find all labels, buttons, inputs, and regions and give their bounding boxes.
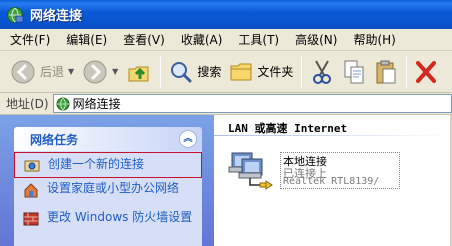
- window-title: 网络连接: [30, 9, 83, 24]
- menu-edit[interactable]: 编辑(E): [60, 31, 113, 48]
- network-tasks-header[interactable]: 网络任务 ︽: [14, 127, 202, 151]
- menu-help[interactable]: 帮助(H): [347, 31, 401, 48]
- cut-icon: [313, 60, 332, 84]
- search-button[interactable]: 搜索: [165, 55, 225, 89]
- folders-label: 文件夹: [257, 65, 294, 79]
- menu-advanced[interactable]: 高级(N): [289, 31, 343, 48]
- network-tasks-title: 网络任务: [30, 132, 79, 147]
- title-bar[interactable]: 网络连接: [0, 0, 452, 29]
- forward-arrow-icon: [83, 60, 107, 83]
- paste-button[interactable]: [370, 55, 402, 89]
- content-area: 网络任务 ︽ 创建一个新的连接 设置家庭或小型办公网络 更改 Windows 防…: [0, 115, 452, 246]
- copy-icon: [344, 60, 364, 83]
- task-label: 设置家庭或小型办公网络: [47, 181, 180, 195]
- search-icon: [171, 61, 192, 82]
- delete-icon: [416, 60, 437, 83]
- firewall-icon: [23, 212, 39, 226]
- back-label: 后退: [40, 65, 65, 79]
- menu-favorites[interactable]: 收藏(A): [175, 31, 229, 48]
- group-title: LAN 或高速 Internet: [228, 122, 348, 135]
- cut-button[interactable]: [306, 55, 338, 89]
- up-folder-button[interactable]: [122, 55, 156, 89]
- paste-icon: [376, 60, 396, 83]
- address-value: 网络连接: [72, 97, 121, 111]
- toolbar: 后退 ▼ ▼ 搜索 文件夹: [0, 51, 452, 93]
- menu-file[interactable]: 文件(F): [4, 31, 56, 48]
- connections-pane: LAN 或高速 Internet 本地连接 已连接上 Realtek RTL81…: [214, 115, 452, 246]
- task-pane: 网络任务 ︽ 创建一个新的连接 设置家庭或小型办公网络 更改 Windows 防…: [0, 115, 214, 246]
- network-tasks-body: 创建一个新的连接 设置家庭或小型办公网络 更改 Windows 防火墙设置: [14, 151, 202, 246]
- menu-view[interactable]: 查看(V): [117, 31, 171, 48]
- delete-button[interactable]: [411, 55, 441, 89]
- address-bar: 地址(D) 网络连接: [0, 93, 452, 115]
- menu-tools[interactable]: 工具(T): [232, 31, 285, 48]
- home-network-icon: [24, 183, 38, 198]
- address-label: 地址(D): [6, 97, 49, 111]
- address-field[interactable]: 网络连接: [52, 94, 452, 113]
- toolbar-separator: [406, 55, 408, 88]
- toolbar-separator: [301, 55, 303, 88]
- toolbar-separator: [160, 55, 162, 88]
- collapse-chevron-icon[interactable]: ︽: [179, 130, 197, 148]
- menu-bar: 文件(F) 编辑(E) 查看(V) 收藏(A) 工具(T) 高级(N) 帮助(H…: [0, 29, 452, 51]
- task-create-connection[interactable]: 创建一个新的连接: [14, 152, 202, 178]
- back-arrow-icon: [11, 60, 35, 83]
- network-connections-icon: [7, 6, 24, 23]
- local-connection-item[interactable]: 本地连接 已连接上 Realtek RTL8139/: [280, 152, 400, 189]
- copy-button[interactable]: [338, 55, 370, 89]
- task-firewall-settings[interactable]: 更改 Windows 防火墙设置: [14, 210, 202, 227]
- task-label: 创建一个新的连接: [48, 157, 145, 171]
- back-dropdown-icon[interactable]: ▼: [68, 67, 74, 76]
- forward-dropdown-icon[interactable]: ▼: [112, 67, 118, 76]
- task-home-network[interactable]: 设置家庭或小型办公网络: [14, 181, 202, 198]
- folders-icon: [230, 63, 252, 80]
- task-label: 更改 Windows 防火墙设置: [47, 210, 193, 224]
- back-button[interactable]: 后退 ▼: [6, 55, 78, 89]
- group-divider: [214, 135, 452, 136]
- folders-button[interactable]: 文件夹: [225, 55, 297, 89]
- connection-device: Realtek RTL8139/: [283, 176, 380, 187]
- search-label: 搜索: [197, 65, 222, 79]
- network-connections-icon: [56, 97, 70, 110]
- forward-button[interactable]: ▼: [78, 55, 122, 89]
- lan-connection-icon[interactable]: [228, 147, 276, 191]
- new-connection-icon: [24, 160, 40, 172]
- up-folder-icon: [128, 66, 149, 81]
